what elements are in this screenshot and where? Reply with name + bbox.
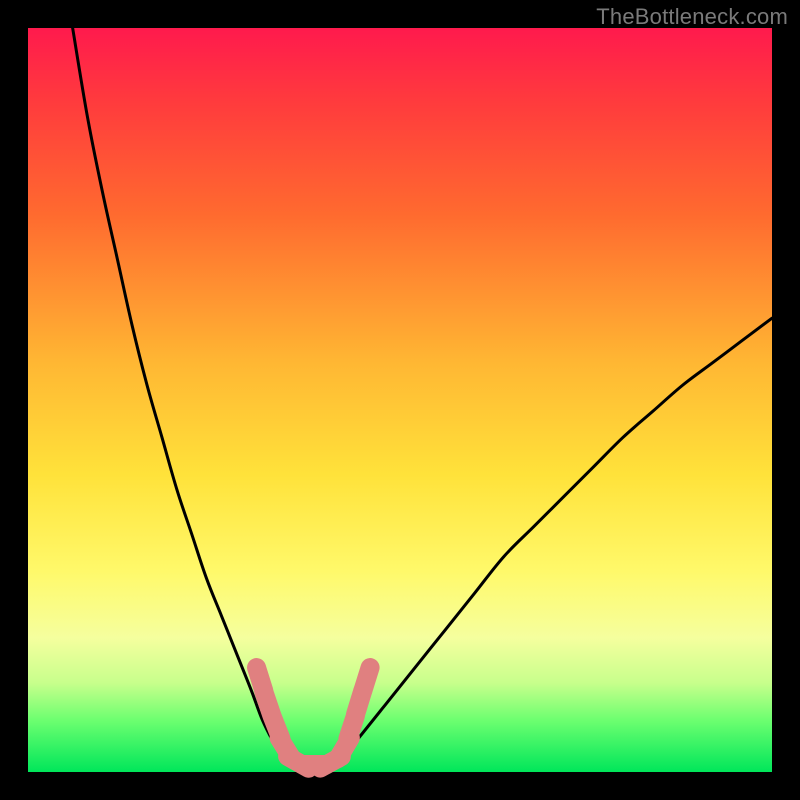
bottleneck-curve [73, 28, 772, 765]
watermark-text: TheBottleneck.com [596, 4, 788, 30]
chart-frame: TheBottleneck.com [0, 0, 800, 800]
curve-svg [28, 28, 772, 772]
plot-area [28, 28, 772, 772]
highlight-marker [363, 668, 370, 691]
